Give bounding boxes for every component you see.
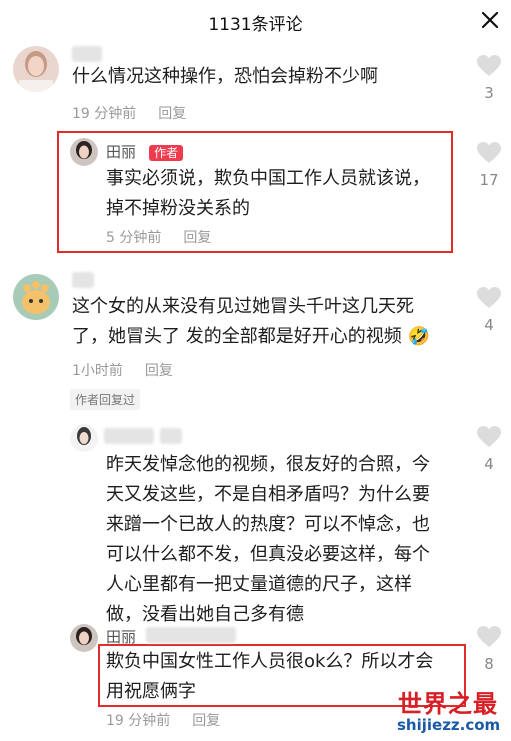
reply-button[interactable]: 回复 <box>158 106 186 122</box>
user-avatar[interactable] <box>13 46 59 92</box>
heart-icon[interactable] <box>476 54 502 78</box>
watermark-url: shijiezz.com <box>397 716 501 734</box>
reply-header: 田丽 作者 <box>106 141 184 162</box>
username-blurred[interactable] <box>104 428 154 444</box>
comment-2: 这个女的从来没有见过她冒头千叶这几天死 了，她冒头了 发的全部都是好开心的视频 … <box>0 268 511 418</box>
reply-button[interactable]: 回复 <box>192 713 220 729</box>
reply-text: 昨天发悼念他的视频，很友好的合照，今 天又发这些，不是自相矛盾吗？为什么要 来蹭… <box>106 454 430 625</box>
author-replied-badge: 作者回复过 <box>70 389 141 410</box>
heart-icon[interactable] <box>476 425 502 449</box>
reply-2: 昨天发悼念他的视频，很友好的合照，今 天又发这些，不是自相矛盾吗？为什么要 来蹭… <box>0 420 511 625</box>
reply-meta: 19 分钟前 回复 <box>106 710 220 730</box>
reply-time: 5 分钟前 <box>106 230 162 246</box>
author-name[interactable]: 田丽 <box>106 626 136 647</box>
like-control[interactable]: 3 <box>469 54 509 102</box>
like-control[interactable]: 17 <box>469 141 509 189</box>
reply-time: 19 分钟前 <box>106 713 171 729</box>
reply-meta: 5 分钟前 回复 <box>106 227 211 247</box>
like-control[interactable]: 4 <box>469 425 509 473</box>
comment-text: 这个女的从来没有见过她冒头千叶这几天死 了，她冒头了 发的全部都是好开心的视频 … <box>72 296 430 347</box>
like-count: 4 <box>484 316 494 334</box>
like-control[interactable]: 4 <box>469 286 509 334</box>
comment-meta: 19 分钟前 回复 <box>72 103 186 123</box>
username-blurred[interactable] <box>146 627 236 643</box>
author-name[interactable]: 田丽 <box>106 143 136 161</box>
like-control[interactable]: 8 <box>469 625 509 673</box>
username-blurred[interactable] <box>72 272 94 288</box>
comment-meta: 1小时前 回复 <box>72 360 173 380</box>
author-badge: 作者 <box>149 145 184 161</box>
watermark-title: 世界之最 <box>398 690 498 718</box>
username-blurred[interactable] <box>160 428 182 444</box>
like-count: 8 <box>484 655 494 673</box>
author-avatar[interactable] <box>70 624 98 652</box>
heart-icon[interactable] <box>476 286 502 310</box>
comments-count-title: 1131条评论 <box>208 15 303 35</box>
heart-icon[interactable] <box>476 141 502 165</box>
comment-time: 1小时前 <box>72 363 123 379</box>
user-avatar[interactable] <box>70 424 98 452</box>
heart-icon[interactable] <box>476 625 502 649</box>
comment-text: 什么情况这种操作，恐怕会掉粉不少啊 <box>72 66 378 87</box>
comment-1: 什么情况这种操作，恐怕会掉粉不少啊 19 分钟前 回复 3 <box>0 40 511 130</box>
author-avatar[interactable] <box>70 138 98 166</box>
reply-button[interactable]: 回复 <box>183 230 211 246</box>
close-icon[interactable] <box>476 6 504 34</box>
like-count: 3 <box>484 84 494 102</box>
username-blurred[interactable] <box>72 46 102 62</box>
like-count: 17 <box>479 171 499 189</box>
like-count: 4 <box>484 455 494 473</box>
comment-time: 19 分钟前 <box>72 106 137 122</box>
reply-text: 事实必须说，欺负中国工作人员就该说， 掉不掉粉没关系的 <box>106 168 430 219</box>
user-avatar[interactable] <box>13 274 59 320</box>
reply-button[interactable]: 回复 <box>145 363 173 379</box>
reply-1: 田丽 作者 事实必须说，欺负中国工作人员就该说， 掉不掉粉没关系的 5 分钟前 回… <box>0 131 511 253</box>
